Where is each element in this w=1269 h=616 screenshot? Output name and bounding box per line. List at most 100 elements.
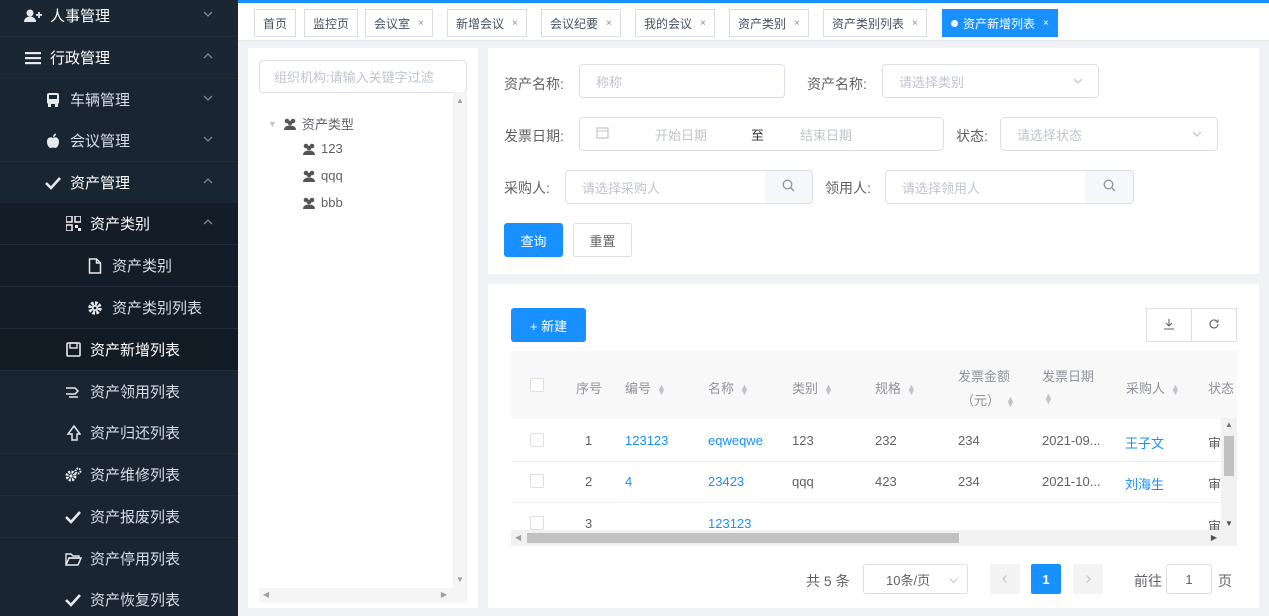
close-icon[interactable]: × bbox=[700, 18, 706, 29]
close-icon[interactable]: × bbox=[794, 18, 800, 29]
export-button[interactable] bbox=[1146, 308, 1192, 342]
sidebar-item-hr[interactable]: 人事管理 bbox=[0, 0, 238, 36]
page-number-current[interactable]: 1 bbox=[1031, 564, 1061, 594]
row-checkbox[interactable] bbox=[530, 516, 544, 530]
sidebar-item-asset-disable-list[interactable]: 资产停用列表 bbox=[0, 538, 238, 579]
column-header-buyer[interactable]: 采购人 ▲ ▼ bbox=[1126, 378, 1180, 397]
prev-page-button[interactable] bbox=[990, 564, 1020, 594]
sidebar-item-label: 资产停用列表 bbox=[90, 551, 181, 568]
chevron-down-icon bbox=[202, 92, 214, 104]
asset-name-input[interactable]: 称称 bbox=[579, 64, 785, 98]
sidebar-item-meeting[interactable]: 会议管理 bbox=[0, 120, 238, 161]
receiver-input[interactable]: 请选择领用人 bbox=[885, 170, 1086, 204]
tab-meeting-minutes[interactable]: 会议纪要 × bbox=[541, 9, 621, 37]
tab-label: 首页 bbox=[263, 16, 288, 31]
column-header-code[interactable]: 编号 ▲ ▼ bbox=[625, 378, 666, 397]
menu-icon bbox=[24, 49, 42, 67]
sidebar-item-asset[interactable]: 资产管理 bbox=[0, 162, 238, 203]
tree-node-label: 123 bbox=[321, 141, 343, 156]
sidebar-item-asset-receive-list[interactable]: 资产领用列表 bbox=[0, 371, 238, 412]
sidebar-item-label: 会议管理 bbox=[70, 133, 131, 150]
sidebar-item-asset-new-list[interactable]: 资产新增列表 bbox=[0, 329, 238, 370]
column-header-amount-unit[interactable]: （元） ▲ ▼ bbox=[961, 390, 1015, 409]
row-checkbox[interactable] bbox=[530, 433, 544, 447]
next-page-button[interactable] bbox=[1073, 564, 1103, 594]
sidebar-item-label: 资产新增列表 bbox=[90, 342, 181, 359]
tab-meeting-room[interactable]: 会议室 × bbox=[365, 9, 433, 37]
cell-category: qqq bbox=[792, 474, 814, 489]
scroll-thumb[interactable] bbox=[1224, 436, 1234, 476]
close-icon[interactable]: × bbox=[418, 18, 424, 29]
buyer-input[interactable]: 请选择采购人 bbox=[565, 170, 766, 204]
sidebar-item-asset-repair-list[interactable]: 资产维修列表 bbox=[0, 454, 238, 495]
refresh-button[interactable] bbox=[1191, 308, 1237, 342]
scroll-thumb[interactable] bbox=[527, 533, 959, 543]
row-checkbox[interactable] bbox=[530, 474, 544, 488]
table-horizontal-scrollbar[interactable]: ◀ ▶ bbox=[511, 530, 1237, 546]
team-icon bbox=[283, 118, 297, 130]
tree-node-bbb[interactable]: bbb bbox=[302, 195, 343, 210]
tab-label: 监控页 bbox=[313, 16, 350, 31]
select-all-checkbox[interactable] bbox=[530, 378, 544, 392]
goto-page-input[interactable]: 1 bbox=[1166, 564, 1212, 594]
cell-code-link[interactable]: 4 bbox=[625, 474, 632, 489]
table-vertical-scrollbar[interactable]: ▲ ▼ bbox=[1221, 418, 1237, 530]
close-icon[interactable]: × bbox=[512, 18, 518, 29]
query-button[interactable]: 查询 bbox=[504, 223, 563, 257]
cell-code-link[interactable]: 123123 bbox=[625, 433, 668, 448]
sidebar-item-asset-category[interactable]: 资产类别 bbox=[0, 203, 238, 244]
column-header-amount[interactable]: 发票金额 bbox=[958, 366, 1010, 385]
download-icon bbox=[1163, 318, 1175, 333]
close-icon[interactable]: × bbox=[606, 18, 612, 29]
column-header-name[interactable]: 名称 ▲ ▼ bbox=[708, 378, 749, 397]
search-form-panel: 资产名称: 称称 资产名称: 请选择类别 发票日期: 开始日期 至 结束日期 状… bbox=[488, 48, 1259, 274]
tree-vertical-scrollbar[interactable]: ▲ ▼ bbox=[453, 92, 467, 588]
column-header-spec[interactable]: 规格 ▲ ▼ bbox=[875, 378, 916, 397]
receiver-search-button[interactable] bbox=[1085, 170, 1134, 204]
cell-index: 3 bbox=[585, 516, 593, 530]
check-icon bbox=[64, 591, 82, 609]
new-asset-button[interactable]: + 新建 bbox=[511, 308, 586, 342]
tab-new-meeting[interactable]: 新增会议 × bbox=[447, 9, 527, 37]
cell-name-link[interactable]: eqweqwe bbox=[708, 433, 763, 448]
tab-asset-new-list[interactable]: 资产新增列表 × bbox=[942, 9, 1058, 37]
sidebar-item-asset-category-page[interactable]: 资产类别 bbox=[0, 245, 238, 286]
column-header-category[interactable]: 类别 ▲ ▼ bbox=[792, 378, 833, 397]
receiver-label: 领用人: bbox=[825, 180, 871, 196]
tree-node-qqq[interactable]: qqq bbox=[302, 168, 343, 183]
sidebar-item-vehicle[interactable]: 车辆管理 bbox=[0, 79, 238, 120]
tree-node-root[interactable]: ▼ 资产类型 bbox=[268, 114, 354, 133]
tree-filter-input[interactable]: 组织机构:请输入关键字过滤 bbox=[259, 60, 467, 93]
invoice-date-label: 发票日期: bbox=[504, 128, 564, 144]
sidebar-item-asset-return-list[interactable]: 资产归还列表 bbox=[0, 412, 238, 453]
invoice-date-range-picker[interactable]: 开始日期 至 结束日期 bbox=[579, 117, 944, 151]
tab-asset-category-list[interactable]: 资产类别列表 × bbox=[823, 9, 927, 37]
receive-icon bbox=[64, 383, 82, 401]
tab-home[interactable]: 首页 bbox=[254, 9, 297, 37]
chevron-down-icon bbox=[948, 574, 959, 589]
tree-node-label: qqq bbox=[321, 168, 343, 183]
page-size-select[interactable]: 10条/页 bbox=[863, 564, 968, 594]
tree-node-123[interactable]: 123 bbox=[302, 141, 343, 156]
cell-buyer-link[interactable]: 王子文 bbox=[1125, 433, 1164, 452]
cell-name-link[interactable]: 123123 bbox=[708, 516, 751, 530]
cell-buyer-link[interactable]: 刘海生 bbox=[1125, 474, 1164, 493]
tab-asset-category[interactable]: 资产类别 × bbox=[729, 9, 809, 37]
tab-my-meetings[interactable]: 我的会议 × bbox=[635, 9, 715, 37]
category-select[interactable]: 请选择类别 bbox=[882, 64, 1099, 98]
column-header-date[interactable]: 发票日期 bbox=[1042, 366, 1094, 385]
sidebar-item-asset-restore-list[interactable]: 资产恢复列表 bbox=[0, 579, 238, 616]
sidebar-item-admin[interactable]: 行政管理 bbox=[0, 37, 238, 78]
sidebar-item-asset-category-list[interactable]: 资产类别列表 bbox=[0, 287, 238, 328]
sort-icon: ▲ ▼ bbox=[1044, 390, 1053, 406]
buyer-search-button[interactable] bbox=[765, 170, 813, 204]
status-select[interactable]: 请选择状态 bbox=[1000, 117, 1218, 151]
sidebar-item-asset-scrap-list[interactable]: 资产报废列表 bbox=[0, 496, 238, 537]
column-header-date-sort[interactable]: ▲ ▼ bbox=[1042, 390, 1053, 405]
close-icon[interactable]: × bbox=[1043, 18, 1049, 29]
cell-name-link[interactable]: 23423 bbox=[708, 474, 744, 489]
tab-monitor[interactable]: 监控页 bbox=[304, 9, 359, 37]
reset-button[interactable]: 重置 bbox=[573, 223, 632, 257]
tree-horizontal-scrollbar[interactable]: ◀ ▶ bbox=[259, 588, 467, 602]
close-icon[interactable]: × bbox=[912, 18, 918, 29]
